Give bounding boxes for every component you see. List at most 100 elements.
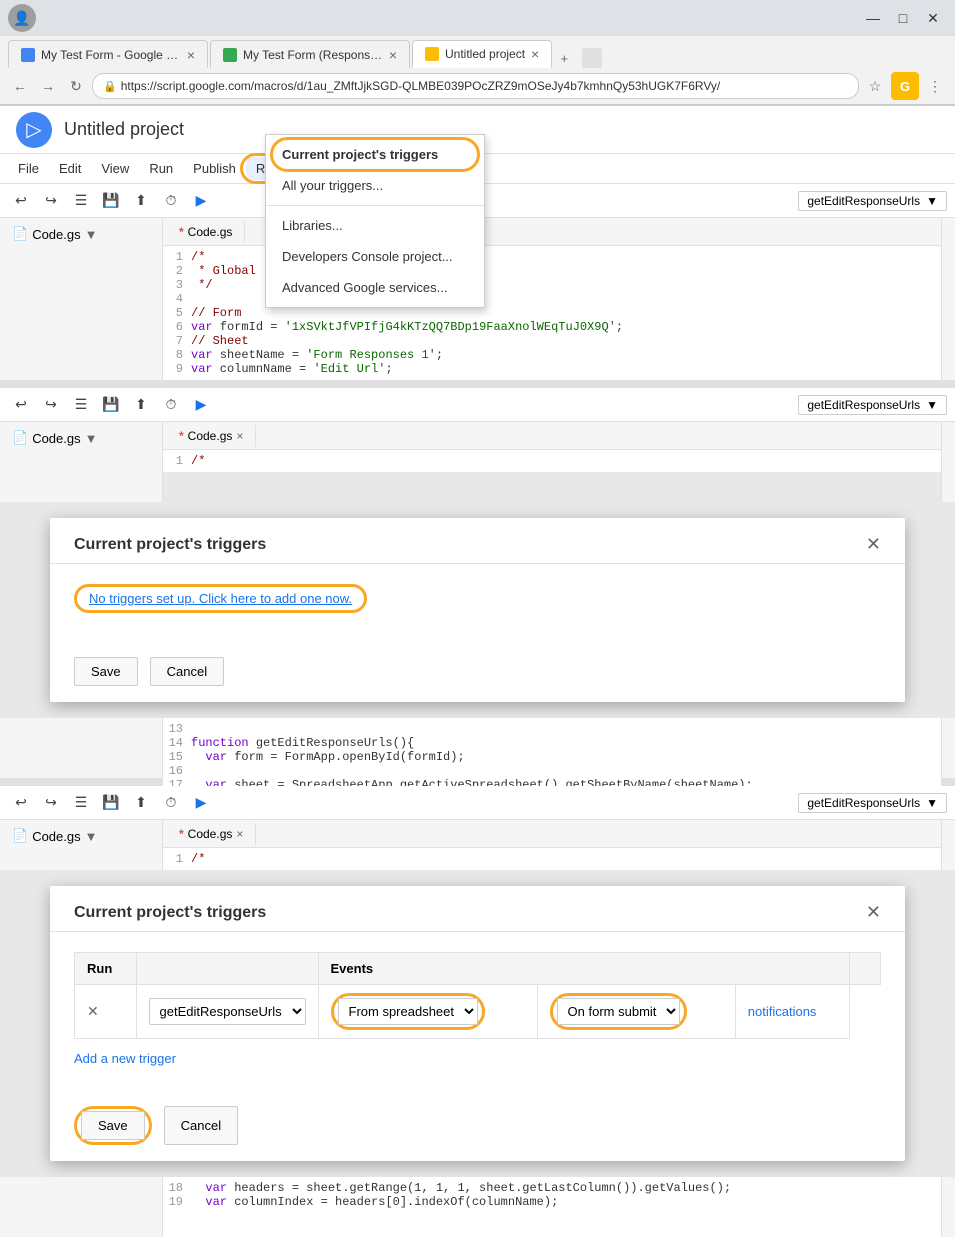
trigger-delete-button[interactable]: ✕ bbox=[87, 1003, 99, 1020]
trigger-on-select[interactable]: On form submit bbox=[557, 998, 680, 1025]
dialog1-body: No triggers set up. Click here to add on… bbox=[50, 564, 905, 649]
file-tab-code-gs-1[interactable]: * Code.gs bbox=[167, 221, 245, 243]
dropdown-all-triggers[interactable]: All your triggers... bbox=[266, 170, 484, 201]
timer-button-2[interactable]: ⏱ bbox=[158, 392, 184, 418]
code-editor-5[interactable]: 18 var headers = sheet.getRange(1, 1, 1,… bbox=[163, 1177, 941, 1213]
menu-toggle-button[interactable]: ☰ bbox=[68, 188, 94, 214]
function-selector[interactable]: getEditResponseUrls ▼ bbox=[798, 191, 947, 211]
run-button-2[interactable]: ▶ bbox=[188, 392, 214, 418]
menu-view[interactable]: View bbox=[91, 157, 139, 180]
code-line-6: 6 var formId = '1xSVktJfVPIfjG4kKTzQQ7BD… bbox=[163, 320, 941, 334]
menu-file[interactable]: File bbox=[8, 157, 49, 180]
menu-toggle-button-2[interactable]: ☰ bbox=[68, 392, 94, 418]
browser-tab-3[interactable]: Untitled project × bbox=[412, 40, 552, 68]
tab3-close[interactable]: × bbox=[531, 46, 539, 62]
file-dropdown-2[interactable]: ▼ bbox=[85, 431, 98, 446]
dialog1-save-button[interactable]: Save bbox=[74, 657, 138, 686]
forward-button[interactable]: → bbox=[36, 74, 60, 98]
code-editor-wrapper-4: * Code.gs × 1 /* bbox=[163, 820, 941, 870]
menu-toggle-button-3[interactable]: ☰ bbox=[68, 790, 94, 816]
file-item-code-gs-1[interactable]: 📄 Code.gs ▼ bbox=[4, 222, 158, 246]
redo-button-3[interactable]: ↪ bbox=[38, 790, 64, 816]
upload-button[interactable]: ⬆ bbox=[128, 188, 154, 214]
dialog2-cancel-button[interactable]: Cancel bbox=[164, 1106, 238, 1145]
undo-button[interactable]: ↩ bbox=[8, 188, 34, 214]
code-editor-3[interactable]: 13 14 function getEditResponseUrls(){ 15… bbox=[163, 718, 941, 796]
tab2-close[interactable]: × bbox=[389, 47, 397, 63]
profile-icon[interactable]: 👤 bbox=[8, 4, 36, 32]
redo-button[interactable]: ↪ bbox=[38, 188, 64, 214]
code-editor-4[interactable]: 1 /* bbox=[163, 848, 941, 870]
browser-tab-1[interactable]: My Test Form - Google F... × bbox=[8, 40, 208, 68]
code-editor-2[interactable]: 1 /* bbox=[163, 450, 941, 472]
app-section-3: ↩ ↪ ☰ 💾 ⬆ ⏱ ▶ getEditResponseUrls ▼ 📄 Co… bbox=[0, 786, 955, 1237]
redo-button-2[interactable]: ↪ bbox=[38, 392, 64, 418]
dropdown-libraries[interactable]: Libraries... bbox=[266, 210, 484, 241]
save-button[interactable]: 💾 bbox=[98, 188, 124, 214]
reload-button[interactable]: ↻ bbox=[64, 74, 88, 98]
browser-titlebar: 👤 — □ ✕ bbox=[0, 0, 955, 36]
maximize-button[interactable]: □ bbox=[889, 4, 917, 32]
scrollbar-4[interactable] bbox=[941, 820, 955, 870]
scrollbar-3[interactable] bbox=[941, 718, 955, 778]
file-tab-close-4[interactable]: × bbox=[236, 827, 243, 841]
file-tab-code-gs-4[interactable]: * Code.gs × bbox=[167, 823, 256, 845]
timer-button[interactable]: ⏱ bbox=[158, 188, 184, 214]
tab3-title: Untitled project bbox=[445, 47, 525, 61]
bookmark-button[interactable]: ☆ bbox=[863, 74, 887, 98]
dialog2-footer: Save Cancel bbox=[50, 1098, 905, 1161]
run-button-3[interactable]: ▶ bbox=[188, 790, 214, 816]
run-button[interactable]: ▶ bbox=[188, 188, 214, 214]
save-button-3[interactable]: 💾 bbox=[98, 790, 124, 816]
trigger-run-select[interactable]: getEditResponseUrls bbox=[149, 998, 306, 1025]
address-bar[interactable]: 🔒 https://script.google.com/macros/d/1au… bbox=[92, 73, 859, 99]
function-selector-2[interactable]: getEditResponseUrls ▼ bbox=[798, 395, 947, 415]
no-triggers-link[interactable]: No triggers set up. Click here to add on… bbox=[89, 591, 352, 606]
browser-tab-2[interactable]: My Test Form (Response... × bbox=[210, 40, 410, 68]
scrollbar-5[interactable] bbox=[941, 1177, 955, 1237]
code-line3-14: 14 function getEditResponseUrls(){ bbox=[163, 736, 941, 750]
file-tab-close-2[interactable]: × bbox=[236, 429, 243, 443]
save-button-2[interactable]: 💾 bbox=[98, 392, 124, 418]
upload-button-2[interactable]: ⬆ bbox=[128, 392, 154, 418]
menu-run[interactable]: Run bbox=[139, 157, 183, 180]
add-trigger-link[interactable]: Add a new trigger bbox=[74, 1051, 881, 1066]
dialog1-header: Current project's triggers ✕ bbox=[50, 518, 905, 564]
scrollbar-1[interactable] bbox=[941, 218, 955, 380]
file-tab-code-gs-2[interactable]: * Code.gs × bbox=[167, 425, 256, 447]
undo-button-3[interactable]: ↩ bbox=[8, 790, 34, 816]
file-item-code-gs-4[interactable]: 📄 Code.gs ▼ bbox=[4, 824, 158, 848]
th-notifications bbox=[850, 953, 881, 985]
tab2-title: My Test Form (Response... bbox=[243, 48, 383, 62]
tab1-close[interactable]: × bbox=[187, 47, 195, 63]
google-account-button[interactable]: G bbox=[891, 72, 919, 100]
tab-strip-overflow[interactable] bbox=[582, 48, 602, 68]
editor-area-2: 📄 Code.gs ▼ * Code.gs × 1 /* bbox=[0, 422, 955, 502]
minimize-button[interactable]: — bbox=[859, 4, 887, 32]
dropdown-current-triggers[interactable]: Current project's triggers bbox=[266, 139, 484, 170]
trigger-notifications-link[interactable]: notifications bbox=[748, 1004, 817, 1019]
file-icon-2: 📄 bbox=[12, 430, 28, 446]
more-button[interactable]: ⋮ bbox=[923, 74, 947, 98]
undo-button-2[interactable]: ↩ bbox=[8, 392, 34, 418]
menu-publish[interactable]: Publish bbox=[183, 157, 246, 180]
file-dropdown-4[interactable]: ▼ bbox=[85, 829, 98, 844]
new-tab-button[interactable]: + bbox=[554, 48, 574, 68]
upload-button-3[interactable]: ⬆ bbox=[128, 790, 154, 816]
function-selector-3[interactable]: getEditResponseUrls ▼ bbox=[798, 793, 947, 813]
dropdown-developers-console[interactable]: Developers Console project... bbox=[266, 241, 484, 272]
dialog1-close-button[interactable]: ✕ bbox=[866, 534, 881, 555]
window-close-button[interactable]: ✕ bbox=[919, 4, 947, 32]
file-tab-bar-2: * Code.gs × bbox=[163, 422, 941, 450]
dialog2-close-button[interactable]: ✕ bbox=[866, 902, 881, 923]
file-dropdown-1[interactable]: ▼ bbox=[85, 227, 98, 242]
dialog1-cancel-button[interactable]: Cancel bbox=[150, 657, 224, 686]
menu-edit[interactable]: Edit bbox=[49, 157, 91, 180]
timer-button-3[interactable]: ⏱ bbox=[158, 790, 184, 816]
dropdown-advanced-services[interactable]: Advanced Google services... bbox=[266, 272, 484, 303]
file-item-code-gs-2[interactable]: 📄 Code.gs ▼ bbox=[4, 426, 158, 450]
back-button[interactable]: ← bbox=[8, 74, 32, 98]
scrollbar-2[interactable] bbox=[941, 422, 955, 502]
dialog2-save-button[interactable]: Save bbox=[81, 1111, 145, 1140]
trigger-from-select[interactable]: From spreadsheet bbox=[338, 998, 478, 1025]
